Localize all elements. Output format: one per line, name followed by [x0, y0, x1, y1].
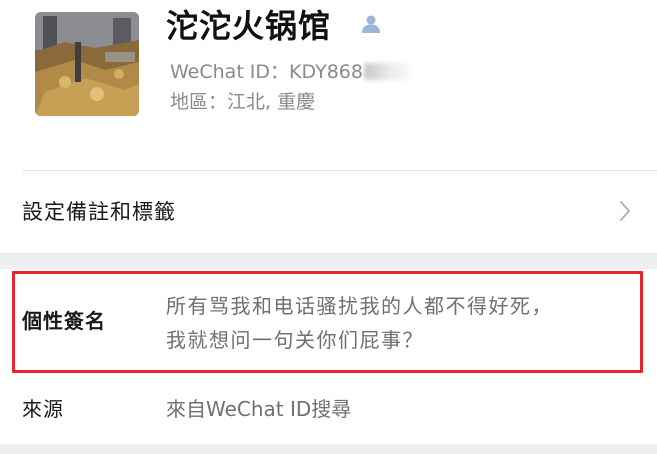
- set-remark-tags-row[interactable]: 設定備註和標籤: [0, 171, 657, 253]
- highlight-box: [12, 271, 643, 373]
- contact-name: 沱沱火锅馆: [166, 7, 332, 45]
- region-row: 地區：江北, 重慶: [170, 90, 315, 114]
- wechat-id-label: WeChat ID：: [170, 61, 290, 83]
- section-gap: [0, 253, 657, 269]
- wechat-id-row: WeChat ID：KDY868: [170, 60, 408, 84]
- wechat-id-blur: [363, 63, 408, 80]
- avatar[interactable]: [35, 12, 139, 116]
- chevron-right-icon: [619, 200, 631, 222]
- source-value: 來自WeChat ID搜尋: [166, 397, 352, 421]
- wechat-id-value: KDY868: [289, 61, 363, 83]
- source-label: 來源: [22, 397, 64, 421]
- region-label: 地區：: [170, 91, 228, 113]
- region-value: 江北, 重慶: [227, 91, 316, 113]
- remark-label: 設定備註和標籤: [22, 200, 176, 224]
- user-verified-icon: [360, 13, 382, 35]
- bottom-gap: [0, 444, 657, 454]
- info-section: 個性簽名 所有骂我和电话骚扰我的人都不得好死， 我就想问一句关你们屁事？ 來源 …: [0, 269, 657, 444]
